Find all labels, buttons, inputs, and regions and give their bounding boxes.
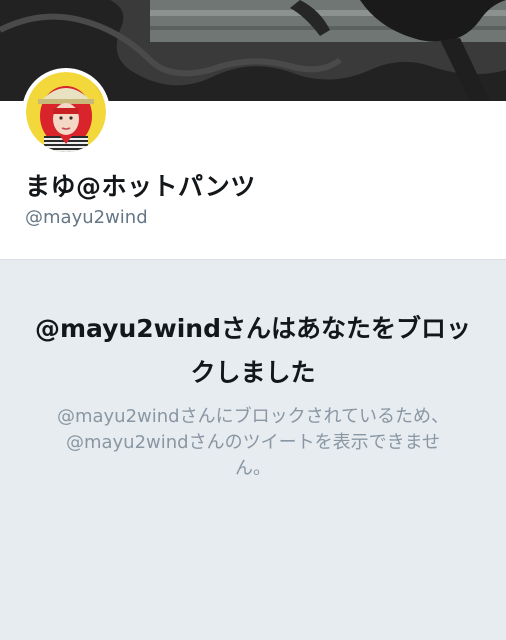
blocked-message: @mayu2windさんにブロックされているため、@mayu2windさんのツイ…: [56, 406, 450, 479]
avatar[interactable]: [22, 68, 110, 156]
user-avatar-photo-icon: [26, 72, 106, 152]
blocked-notice: @mayu2windさんはあなたをブロックしました @mayu2windさんにブ…: [0, 260, 506, 640]
user-handle: @mayu2wind: [25, 207, 148, 228]
blocked-title: @mayu2windさんはあなたをブロックしました: [35, 314, 471, 387]
profile-screen: まゆ@ホットパンツ @mayu2wind @mayu2windさんはあなたをブロ…: [0, 0, 506, 640]
display-name: まゆ@ホットパンツ: [25, 172, 256, 201]
